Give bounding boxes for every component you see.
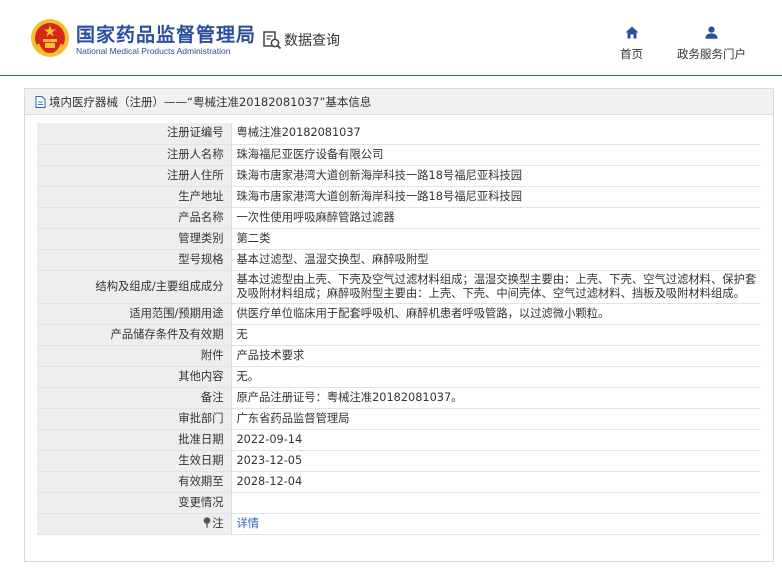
row-label: 适用范围/预期用途 [37,303,232,325]
row-label-text: 注册证编号 [167,126,224,140]
nav-home-label: 首页 [620,47,643,61]
row-label: 审批部门 [37,408,232,430]
row-label: 管理类别 [37,228,232,250]
national-emblem-icon[interactable] [30,18,70,58]
row-value: 2028-12-04 [231,471,761,493]
row-label-text: 结构及组成/主要组成成分 [95,279,224,293]
nav-government-services[interactable]: 政务服务门户 [677,26,746,62]
table-row: 其他内容 无。 [37,366,761,388]
row-label-text: 审批部门 [178,411,224,425]
row-label: 注册证编号 [37,123,232,145]
row-value: 一次性使用呼吸麻醉管路过滤器 [231,207,761,229]
row-label: 结构及组成/主要组成成分 [37,270,232,304]
table-row: 变更情况 [37,492,761,514]
row-value: 2023-12-05 [231,450,761,472]
row-value: 珠海市唐家港湾大道创新海岸科技一路18号福尼亚科技园 [231,165,761,187]
row-value: 2022-09-14 [231,429,761,451]
row-value: 基本过滤型由上壳、下壳及空气过滤材料组成；温湿交换型主要由：上壳、下壳、空气过滤… [231,270,761,304]
info-table: 注册证编号 粤械注准20182081037 注册人名称 珠海福尼亚医疗设备有限公司 注册… [37,123,761,535]
nav-home[interactable]: 首页 [620,26,643,62]
row-label: 生产地址 [37,186,232,208]
table-row: 附件 产品技术要求 [37,345,761,367]
row-label-text: 其他内容 [178,369,224,383]
row-label: 产品名称 [37,207,232,229]
pin-icon [203,516,211,528]
table-row: 注册人住所 珠海市唐家港湾大道创新海岸科技一路18号福尼亚科技园 [37,165,761,187]
row-value: 产品技术要求 [231,345,761,367]
panel-header: 境内医疗器械（注册）——“粤械注准20182081037”基本信息 [25,89,773,115]
row-label: 有效期至 [37,471,232,493]
row-label-text: 产品储存条件及有效期 [110,327,224,341]
row-value: 无 [231,324,761,346]
row-label-text: 适用范围/预期用途 [129,306,224,320]
details-link[interactable]: 详情 [237,517,260,530]
data-query-button[interactable]: 数据查询 [262,30,340,50]
row-value: 粤械注准20182081037 [231,123,761,145]
row-value: 基本过滤型、温湿交换型、麻醉吸附型 [231,249,761,271]
row-label-text: 有效期至 [178,474,224,488]
nav-government-services-label: 政务服务门户 [677,47,746,61]
row-label: 备注 [37,387,232,409]
table-row: 审批部门 广东省药品监督管理局 [37,408,761,430]
data-query-label: 数据查询 [284,33,340,49]
row-label: 注 [37,513,232,535]
row-value: 详情 [231,513,761,535]
row-label: 其他内容 [37,366,232,388]
table-row: 备注 原产品注册证号：粤械注准20182081037。 [37,387,761,409]
row-value: 广东省药品监督管理局 [231,408,761,430]
home-icon [625,26,638,39]
row-label: 生效日期 [37,450,232,472]
row-label-text: 批准日期 [178,432,224,446]
row-value: 无。 [231,366,761,388]
search-document-icon [263,31,282,50]
row-label: 注册人住所 [37,165,232,187]
brand-subtitle: National Medical Products Administration [76,46,231,56]
row-value: 第二类 [231,228,761,250]
table-row: 结构及组成/主要组成成分 基本过滤型由上壳、下壳及空气过滤材料组成；温湿交换型主要… [37,270,761,304]
table-row: 生效日期 2023-12-05 [37,450,761,472]
table-row: 批准日期 2022-09-14 [37,429,761,451]
row-label: 变更情况 [37,492,232,514]
row-value: 原产品注册证号：粤械注准20182081037。 [231,387,761,409]
table-row: 型号规格 基本过滤型、温湿交换型、麻醉吸附型 [37,249,761,271]
table-row: 管理类别 第二类 [37,228,761,250]
row-label-text: 管理类别 [178,231,224,245]
row-label: 批准日期 [37,429,232,451]
table-row: 注册人名称 珠海福尼亚医疗设备有限公司 [37,144,761,166]
row-label: 注册人名称 [37,144,232,166]
row-value [231,492,761,514]
row-label-text: 注册人名称 [167,147,224,161]
table-row: 适用范围/预期用途 供医疗单位临床用于配套呼吸机、麻醉机患者呼吸管路，以过滤微小颗… [37,303,761,325]
user-icon [705,26,718,39]
row-label-text: 备注 [200,390,224,404]
device-info-panel: 境内医疗器械（注册）——“粤械注准20182081037”基本信息 注册证编号粤… [24,88,774,562]
row-value: 供医疗单位临床用于配套呼吸机、麻醉机患者呼吸管路，以过滤微小颗粒。 [231,303,761,325]
row-label: 型号规格 [37,249,232,271]
row-label-text: 注 [212,516,224,530]
panel-title: 境内医疗器械（注册）——“粤械注准20182081037”基本信息 [49,94,372,109]
table-row: 生产地址 珠海市唐家港湾大道创新海岸科技一路18号福尼亚科技园 [37,186,761,208]
row-label-text: 注册人住所 [167,168,224,182]
brand-title[interactable]: 国家药品监督管理局 [76,20,256,47]
row-label-text: 型号规格 [178,252,224,266]
row-value: 珠海福尼亚医疗设备有限公司 [231,144,761,166]
table-row: 产品储存条件及有效期无 [37,324,761,346]
row-label: 产品储存条件及有效期 [37,324,232,346]
document-icon [35,95,46,108]
row-label-text: 附件 [200,348,224,362]
row-value: 珠海市唐家港湾大道创新海岸科技一路18号福尼亚科技园 [231,186,761,208]
row-label: 附件 [37,345,232,367]
table-row: 产品名称 一次性使用呼吸麻醉管路过滤器 [37,207,761,229]
table-row: 有效期至 2028-12-04 [37,471,761,493]
table-row: 注详情 [37,513,761,535]
row-label-text: 生效日期 [178,453,224,467]
row-label-text: 变更情况 [178,495,224,509]
table-row: 注册证编号 粤械注准20182081037 [37,123,761,145]
row-label-text: 产品名称 [178,210,224,224]
site-header: 国家药品监督管理局 National Medical Products Admi… [0,0,782,76]
row-label-text: 生产地址 [178,189,224,203]
